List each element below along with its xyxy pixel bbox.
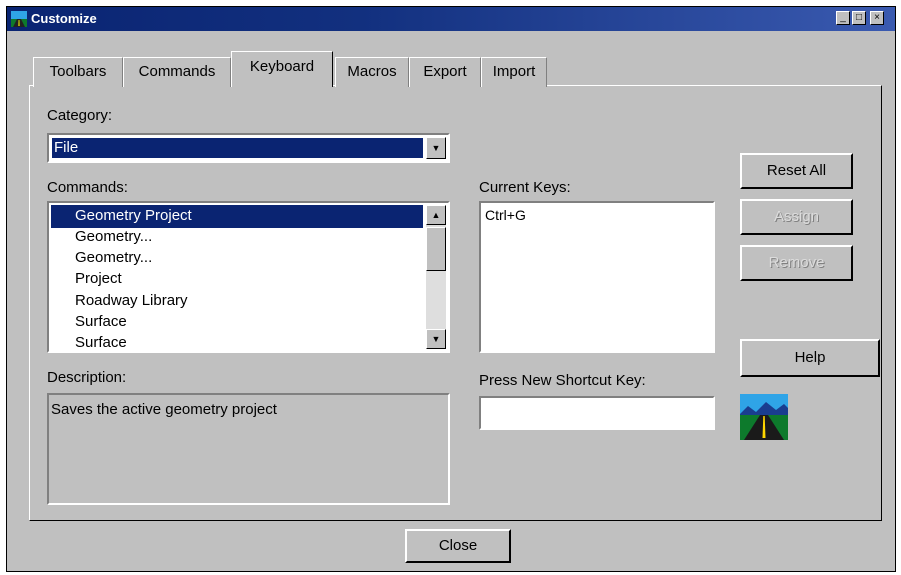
list-item[interactable]: Surface <box>51 311 423 334</box>
tab-keyboard[interactable]: Keyboard <box>231 51 333 87</box>
current-keys-label: Current Keys: <box>479 179 571 196</box>
shortcut-label: Press New Shortcut Key: <box>479 372 646 389</box>
minimize-button[interactable]: _ <box>836 11 850 25</box>
close-icon: × <box>874 12 880 23</box>
chevron-down-icon: ▼ <box>431 334 441 344</box>
list-item[interactable]: Roadway Library <box>51 290 423 313</box>
category-selected-value: File <box>52 138 423 158</box>
minimize-icon: _ <box>840 12 846 23</box>
commands-scrollbar[interactable]: ▲ ▼ <box>426 205 446 349</box>
maximize-button[interactable]: □ <box>852 11 866 25</box>
tab-export[interactable]: Export <box>409 57 481 87</box>
chevron-up-icon: ▲ <box>431 210 441 220</box>
category-dropdown-button[interactable]: ▼ <box>426 137 446 159</box>
window-title: Customize <box>31 11 97 26</box>
shortcut-key-input[interactable] <box>479 396 715 430</box>
list-item[interactable]: Project <box>51 268 423 291</box>
category-dropdown[interactable]: File ▼ <box>47 133 450 163</box>
tab-macros[interactable]: Macros <box>335 57 409 87</box>
help-button[interactable]: Help <box>740 339 880 377</box>
road-logo-icon <box>740 394 788 440</box>
list-item[interactable]: Geometry Project <box>51 205 423 228</box>
commands-label: Commands: <box>47 179 128 196</box>
scroll-thumb[interactable] <box>426 227 446 271</box>
description-label: Description: <box>47 369 127 386</box>
tab-import[interactable]: Import <box>481 57 547 87</box>
chevron-down-icon: ▼ <box>431 143 441 153</box>
close-window-button[interactable]: × <box>870 11 884 25</box>
list-item[interactable]: Ctrl+G <box>485 207 709 223</box>
scroll-up-button[interactable]: ▲ <box>426 205 446 225</box>
title-bar[interactable]: Customize _ □ × <box>7 7 895 31</box>
tab-toolbars[interactable]: Toolbars <box>33 57 123 87</box>
reset-all-button[interactable]: Reset All <box>740 153 853 189</box>
road-app-icon <box>11 11 27 27</box>
remove-button[interactable]: Remove <box>740 245 853 281</box>
customize-dialog: Customize _ □ × Toolbars Commands Keyboa… <box>6 6 896 572</box>
category-label: Category: <box>47 107 113 124</box>
close-button[interactable]: Close <box>405 529 511 563</box>
scroll-down-button[interactable]: ▼ <box>426 329 446 349</box>
current-keys-listbox[interactable]: Ctrl+G <box>479 201 715 353</box>
list-item[interactable]: Geometry... <box>51 226 423 249</box>
commands-listbox[interactable]: Geometry Project Geometry... Geometry...… <box>47 201 450 353</box>
list-item[interactable]: Geometry... <box>51 247 423 270</box>
description-box: Saves the active geometry project <box>47 393 450 505</box>
tab-commands[interactable]: Commands <box>123 57 231 87</box>
list-item[interactable]: Surface <box>51 332 423 351</box>
maximize-icon: □ <box>855 12 863 23</box>
assign-button[interactable]: Assign <box>740 199 853 235</box>
